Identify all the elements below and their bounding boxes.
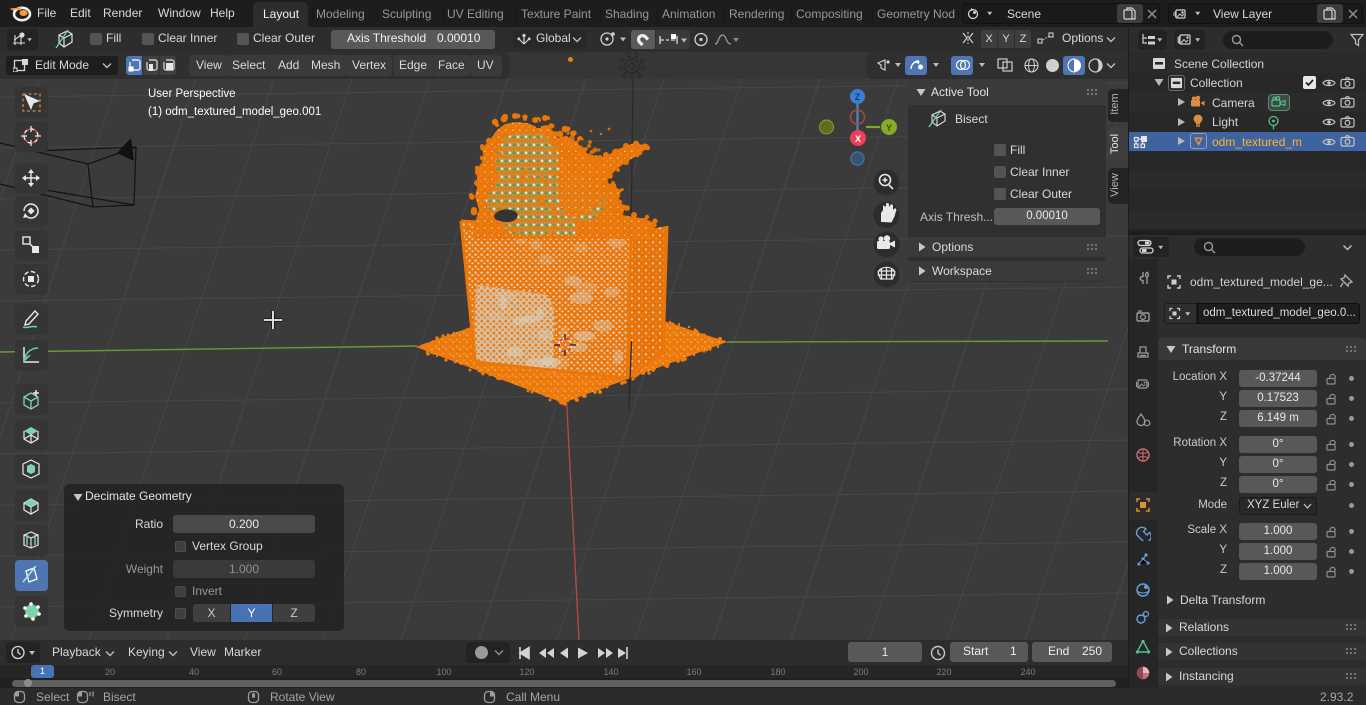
svg-text:X: X [855, 134, 861, 144]
svg-text:User Perspective: User Perspective [148, 88, 236, 100]
svg-text:(1) odm_textured_model_geo.001: (1) odm_textured_model_geo.001 [148, 106, 321, 118]
svg-text:Y: Y [886, 123, 892, 133]
svg-text:Z: Z [855, 92, 861, 102]
